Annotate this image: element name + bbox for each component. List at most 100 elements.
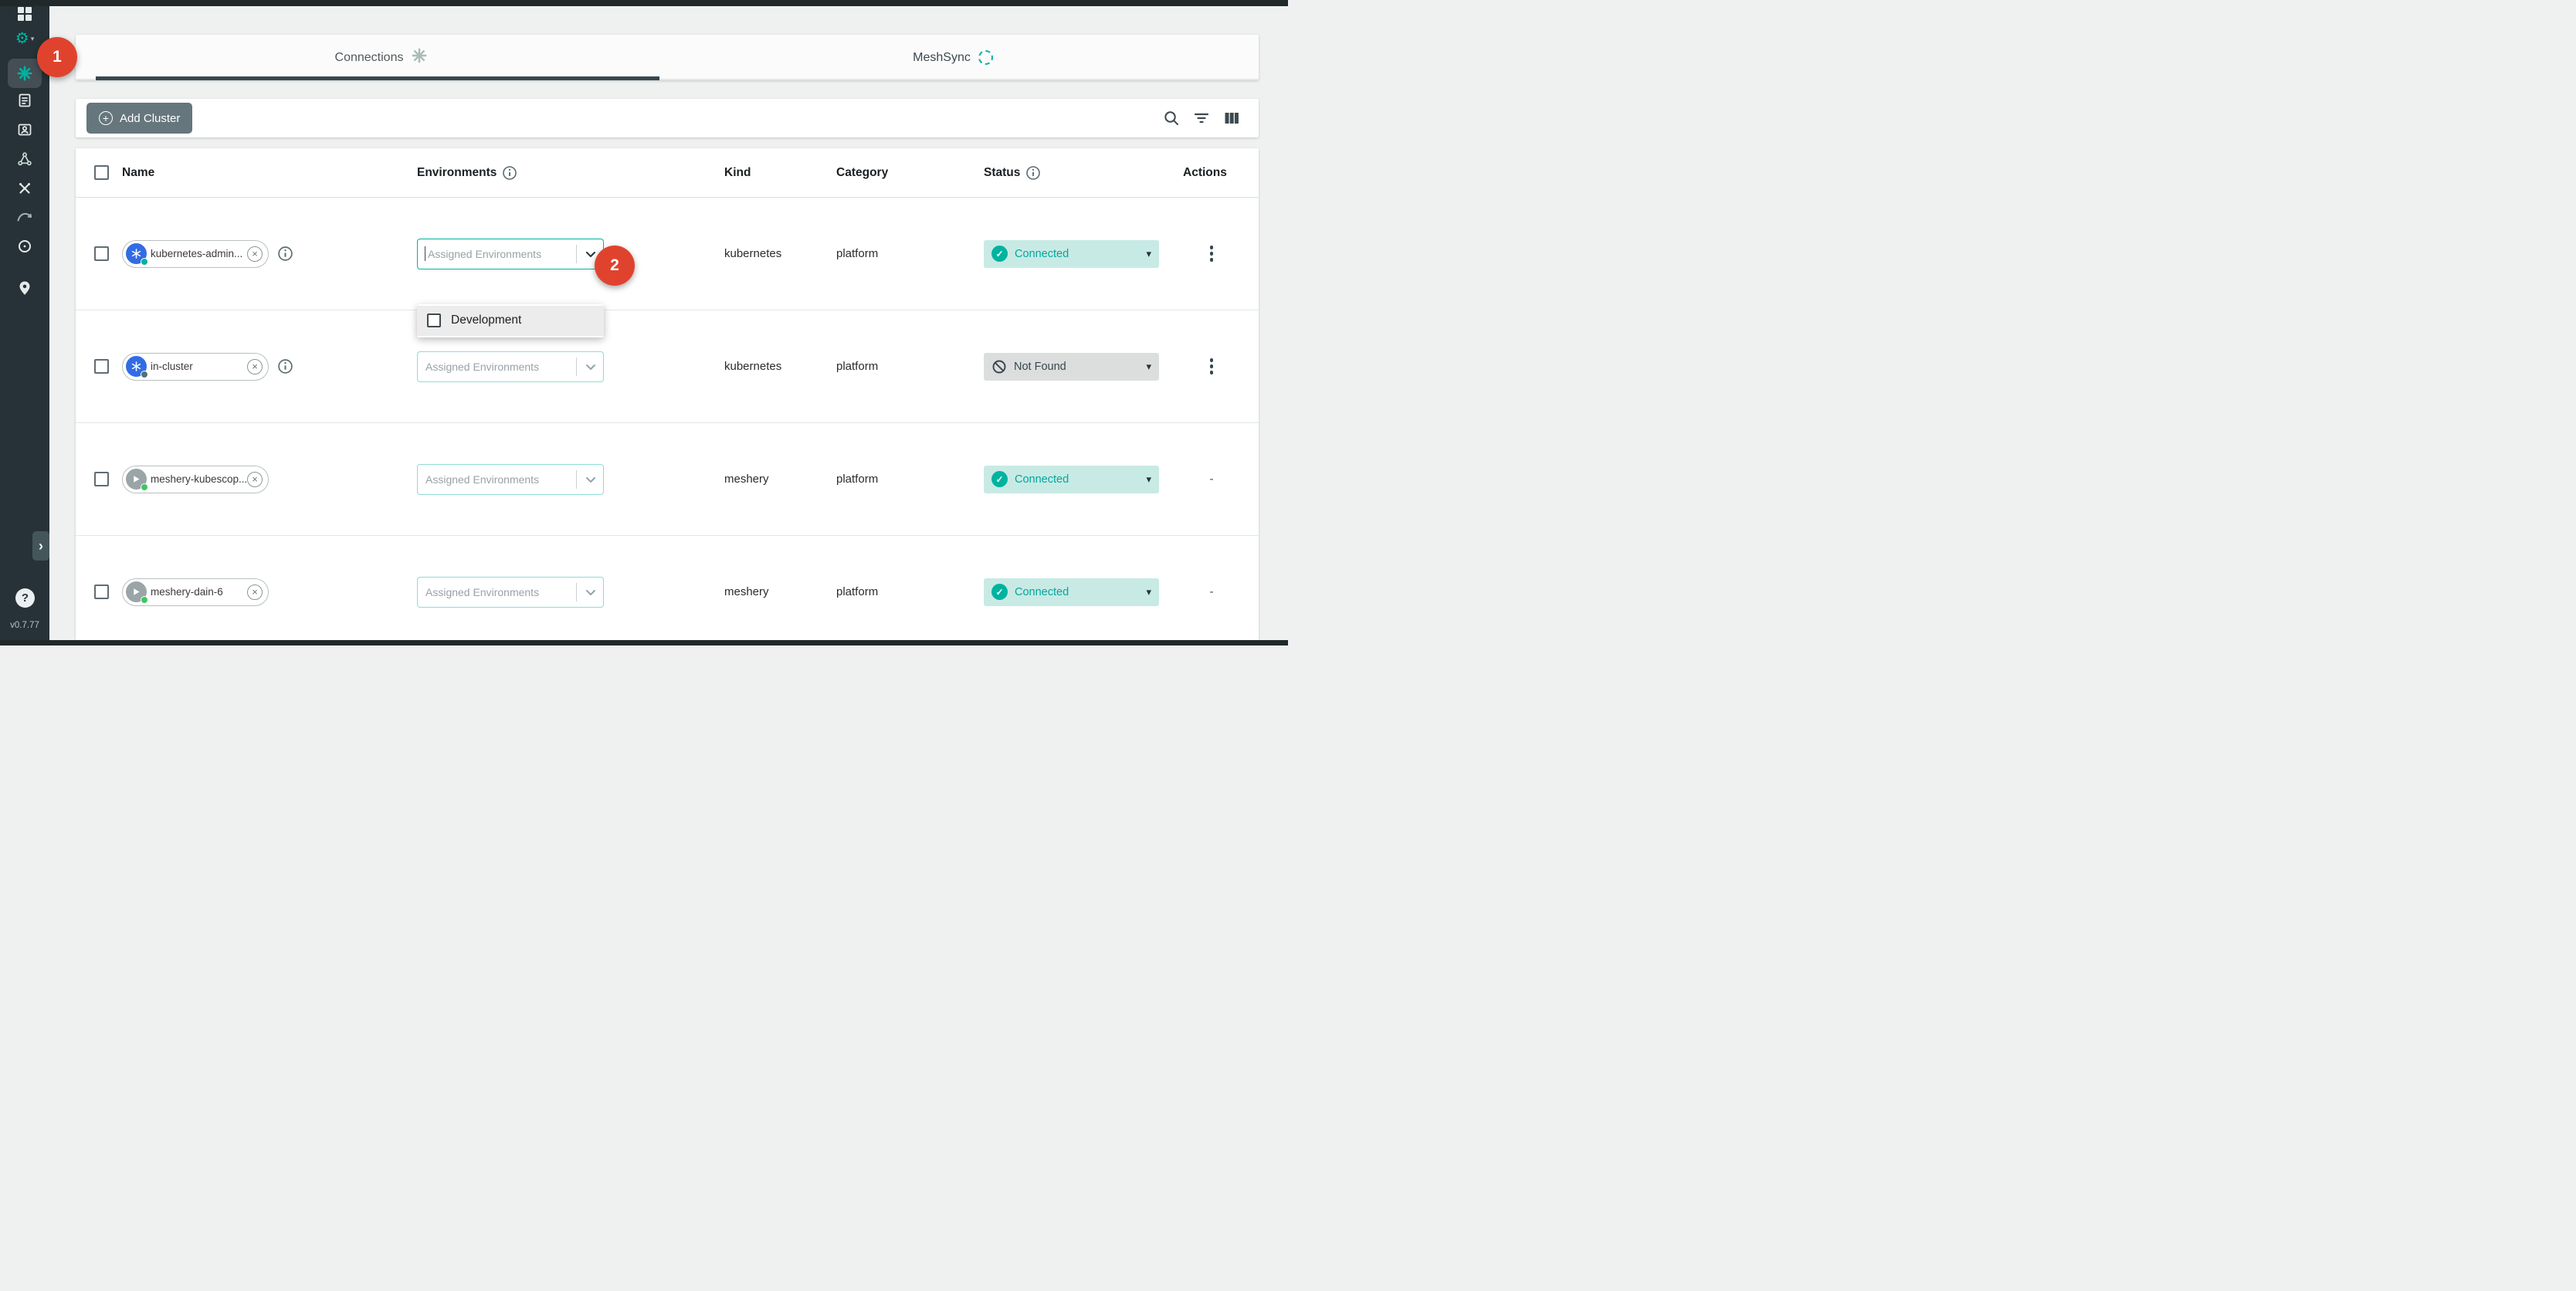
row-checkbox[interactable] xyxy=(94,246,109,261)
kind-cell: kubernetes xyxy=(724,360,836,373)
status-cell: ✓ Connected ▾ xyxy=(984,578,1164,606)
tab-meshsync[interactable]: MeshSync xyxy=(667,35,1239,80)
block-icon xyxy=(991,359,1007,374)
question-mark-icon: ? xyxy=(22,591,29,605)
environments-placeholder: Assigned Environments xyxy=(418,473,576,486)
connections-icon xyxy=(8,59,42,88)
row-checkbox[interactable] xyxy=(94,472,109,486)
row-menu-icon[interactable] xyxy=(1207,242,1217,265)
info-icon[interactable] xyxy=(277,358,293,374)
header-status: Status xyxy=(984,165,1164,181)
sidebar-item-extensions[interactable] xyxy=(0,239,49,254)
clipboard-icon xyxy=(17,93,32,108)
actions-cell: - xyxy=(1164,585,1259,598)
status-chip-connected[interactable]: ✓ Connected ▾ xyxy=(984,578,1159,606)
connection-status-dot xyxy=(141,371,148,378)
chevron-down-icon[interactable] xyxy=(577,359,603,374)
connections-spinner-icon xyxy=(411,47,428,68)
kind-cell: meshery xyxy=(724,585,836,598)
chevron-right-icon: › xyxy=(39,538,43,554)
name-cell: meshery-dain-6 × xyxy=(122,578,417,606)
tab-connections[interactable]: Connections xyxy=(96,35,667,80)
check-circle-icon: ✓ xyxy=(991,584,1008,600)
select-all-checkbox[interactable] xyxy=(94,165,109,180)
search-icon[interactable] xyxy=(1163,110,1180,127)
assigned-environments-select[interactable]: Assigned Environments xyxy=(417,351,604,382)
chevron-down-icon[interactable] xyxy=(577,472,603,487)
kubernetes-avatar-icon xyxy=(126,356,147,377)
sidebar-expand-button[interactable]: › xyxy=(32,531,49,561)
remove-connection-icon[interactable]: × xyxy=(247,359,263,374)
name-cell: kubernetes-admin... × xyxy=(122,240,417,268)
sidebar-item-performance[interactable] xyxy=(0,208,49,224)
toolbar-card: + Add Cluster xyxy=(76,99,1259,137)
assigned-environments-select[interactable]: Assigned Environments xyxy=(417,464,604,495)
remove-connection-icon[interactable]: × xyxy=(247,246,263,262)
no-actions-dash: - xyxy=(1210,473,1214,486)
info-icon[interactable] xyxy=(277,246,293,262)
dropdown-option-development[interactable]: Development xyxy=(417,306,604,336)
actions-cell xyxy=(1164,242,1259,265)
status-chip-connected[interactable]: ✓ Connected ▾ xyxy=(984,466,1159,493)
connection-chip[interactable]: in-cluster × xyxy=(122,353,269,381)
category-cell: platform xyxy=(836,247,984,260)
connection-status-dot xyxy=(141,596,148,604)
active-tab-indicator xyxy=(96,76,659,80)
option-checkbox[interactable] xyxy=(427,313,441,327)
info-icon[interactable] xyxy=(502,165,517,181)
caret-down-icon: ▾ xyxy=(1146,473,1151,486)
remove-connection-icon[interactable]: × xyxy=(247,472,263,487)
sidebar-item-configuration[interactable] xyxy=(0,93,49,108)
sidebar-item-toolkit[interactable] xyxy=(0,181,49,196)
table-row: meshery-kubescop... × Assigned Environme… xyxy=(76,423,1259,536)
header-name: Name xyxy=(122,166,417,180)
mesh-nodes-icon xyxy=(17,151,32,167)
assigned-environments-select[interactable]: Assigned Environments xyxy=(417,577,604,608)
connection-chip[interactable]: meshery-kubescop... × xyxy=(122,466,269,493)
environments-cell: Assigned Environments xyxy=(417,351,724,382)
connection-name: in-cluster xyxy=(147,361,247,372)
connection-chip[interactable]: kubernetes-admin... × xyxy=(122,240,269,268)
status-chip-connected[interactable]: ✓ Connected ▾ xyxy=(984,240,1159,268)
add-cluster-button[interactable]: + Add Cluster xyxy=(86,103,192,134)
row-checkbox[interactable] xyxy=(94,585,109,599)
toolbar-actions xyxy=(1163,110,1240,127)
sidebar-item-environments[interactable] xyxy=(0,280,49,296)
actions-cell: - xyxy=(1164,473,1259,486)
connection-name: kubernetes-admin... xyxy=(147,248,247,259)
row-menu-icon[interactable] xyxy=(1207,355,1217,378)
sidebar-item-dashboard[interactable] xyxy=(0,6,49,22)
row-checkbox[interactable] xyxy=(94,359,109,374)
dashboard-icon xyxy=(17,6,32,22)
sidebar-item-service-mesh[interactable] xyxy=(0,151,49,167)
performance-curve-icon xyxy=(16,208,33,224)
connections-table: Name Environments Kind Category Status xyxy=(76,148,1259,641)
window-bottom-edge xyxy=(0,640,1288,646)
ring-icon xyxy=(17,239,32,254)
assigned-environments-select[interactable]: Assigned Environments xyxy=(417,239,604,269)
connection-status-dot xyxy=(141,258,148,266)
meshery-avatar-icon xyxy=(126,469,147,490)
info-icon[interactable] xyxy=(1025,165,1041,181)
header-actions: Actions xyxy=(1164,166,1259,180)
status-chip-not-found[interactable]: Not Found ▾ xyxy=(984,353,1159,381)
header-checkbox-cell xyxy=(76,165,122,180)
location-pin-icon xyxy=(17,280,32,296)
meshery-app-window: ⚙ ▾ xyxy=(0,0,1288,646)
tab-meshsync-label: MeshSync xyxy=(913,51,971,65)
chevron-down-icon[interactable] xyxy=(577,585,603,600)
table-row: kubernetes-admin... × Assigned Environme… xyxy=(76,198,1259,310)
view-columns-icon[interactable] xyxy=(1223,110,1240,127)
filter-icon[interactable] xyxy=(1193,110,1210,127)
environments-placeholder: Assigned Environments xyxy=(418,361,576,373)
sidebar-item-audiences[interactable] xyxy=(0,122,49,137)
remove-connection-icon[interactable]: × xyxy=(247,585,263,600)
connection-chip[interactable]: meshery-dain-6 × xyxy=(122,578,269,606)
check-circle-icon: ✓ xyxy=(991,246,1008,262)
gear-icon: ⚙ xyxy=(15,31,29,46)
help-button[interactable]: ? xyxy=(15,588,35,608)
window-top-edge xyxy=(0,0,1288,6)
category-cell: platform xyxy=(836,473,984,486)
tabs-card: Connections MeshSync xyxy=(76,35,1259,80)
connection-name: meshery-kubescop... xyxy=(147,473,247,485)
